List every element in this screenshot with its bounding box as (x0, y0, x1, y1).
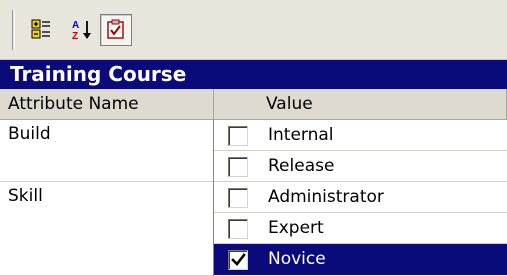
attribute-build[interactable]: Build (0, 120, 213, 182)
properties-window: A Z Training Course Attribute Name Value… (0, 0, 507, 276)
value-row-novice[interactable]: Novice (214, 244, 507, 275)
svg-text:A: A (72, 20, 79, 31)
panel-title: Training Course (0, 60, 507, 89)
value-row-release[interactable]: Release (214, 151, 507, 182)
property-grid: Attribute Name Value Build Skill Interna… (0, 89, 507, 276)
column-divider[interactable] (213, 120, 214, 276)
value-label-administrator: Administrator (268, 187, 384, 207)
value-label-internal: Internal (268, 125, 334, 145)
attribute-name-header[interactable]: Attribute Name (0, 89, 214, 120)
checkbox-administrator[interactable] (228, 188, 248, 208)
svg-text:Z: Z (72, 31, 78, 42)
value-row-administrator[interactable]: Administrator (214, 182, 507, 213)
value-row-expert[interactable]: Expert (214, 213, 507, 244)
sort-az-icon: A Z (72, 20, 91, 42)
value-label-release: Release (268, 156, 335, 176)
value-label-novice: Novice (268, 249, 326, 269)
checkbox-expert[interactable] (228, 219, 248, 239)
check-icon (231, 253, 246, 266)
alphabetical-button[interactable]: A Z (66, 14, 98, 46)
categorized-icon (31, 19, 50, 39)
toolbar-grip[interactable] (12, 10, 15, 50)
attribute-skill[interactable]: Skill (0, 182, 213, 276)
checkbox-release[interactable] (228, 157, 248, 177)
checkbox-internal[interactable] (228, 126, 248, 146)
checkbox-novice[interactable] (228, 250, 248, 270)
categorized-button[interactable] (26, 14, 58, 46)
checked-page-icon (107, 19, 124, 39)
toolbar: A Z (0, 0, 507, 60)
value-row-internal[interactable]: Internal (214, 120, 507, 151)
value-label-expert: Expert (268, 218, 324, 238)
value-header[interactable]: Value (214, 89, 507, 120)
property-pages-button[interactable] (100, 14, 132, 46)
